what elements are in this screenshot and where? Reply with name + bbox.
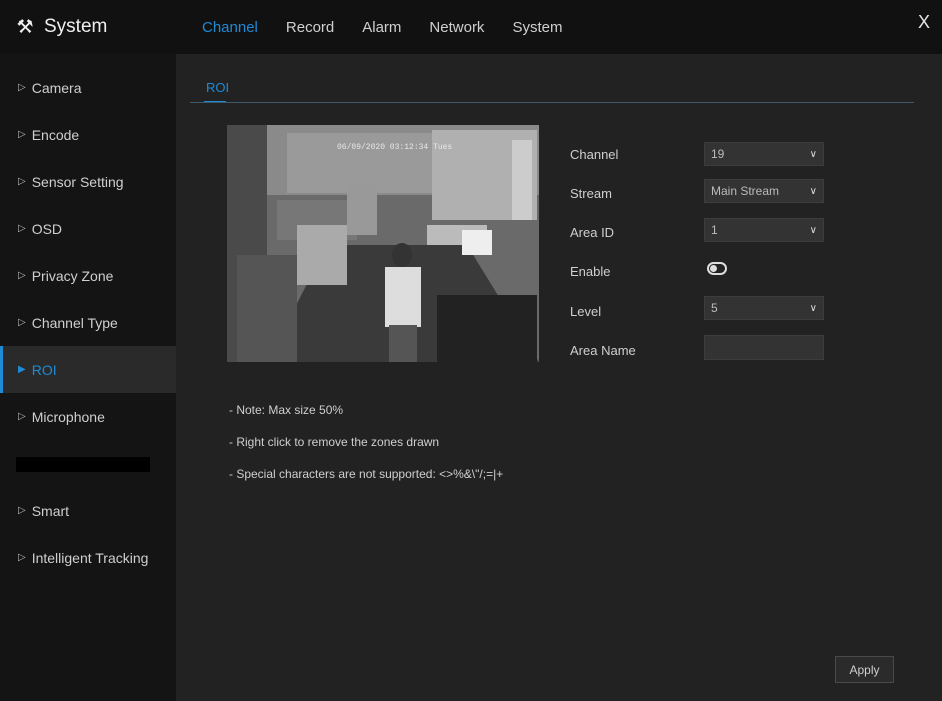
channel-select[interactable]: 19 ∨ bbox=[704, 142, 824, 166]
sidebar-item-label: ROI bbox=[31, 361, 57, 378]
stream-select[interactable]: Main Stream ∨ bbox=[704, 179, 824, 203]
sidebar-item-label: Intelligent Tracking bbox=[31, 549, 149, 566]
tab-network[interactable]: Network bbox=[429, 13, 484, 42]
camera-preview[interactable]: 06/09/2020 03:12:34 Tues bbox=[227, 125, 539, 362]
preview-timestamp: 06/09/2020 03:12:34 Tues bbox=[337, 143, 453, 152]
chevron-down-icon: ∨ bbox=[809, 148, 817, 160]
redacted-sidebar-item bbox=[16, 457, 150, 472]
area-id-label: Area ID bbox=[570, 225, 615, 240]
divider bbox=[190, 102, 914, 103]
stream-select-value: Main Stream bbox=[711, 184, 780, 198]
sidebar-item-microphone[interactable]: ▷ Microphone bbox=[0, 393, 176, 440]
sidebar-item-label: Smart bbox=[31, 502, 70, 519]
enable-label: Enable bbox=[570, 264, 611, 279]
top-bar: ⚒ System Channel Record Alarm Network Sy… bbox=[0, 0, 942, 54]
channel-select-value: 19 bbox=[711, 147, 725, 161]
note-right-click: - Right click to remove the zones drawn bbox=[229, 435, 440, 449]
area-id-select-value: 1 bbox=[711, 223, 718, 237]
triangle-right-icon: ▷ bbox=[18, 270, 26, 281]
tab-channel[interactable]: Channel bbox=[202, 13, 258, 42]
sidebar: ▷ Camera ▷ Encode ▷ Sensor Setting ▷ OSD… bbox=[0, 54, 176, 701]
triangle-right-icon: ▷ bbox=[18, 505, 26, 516]
triangle-right-filled-icon: ▶ bbox=[18, 364, 26, 375]
sidebar-item-label: Encode bbox=[31, 126, 80, 143]
main-tabs: Channel Record Alarm Network System bbox=[188, 0, 576, 54]
office-scene-image bbox=[227, 125, 539, 362]
triangle-right-icon: ▷ bbox=[18, 176, 26, 187]
sidebar-item-label: OSD bbox=[31, 220, 63, 237]
sidebar-item-label: Sensor Setting bbox=[31, 173, 124, 190]
triangle-right-icon: ▷ bbox=[18, 411, 26, 422]
stream-label: Stream bbox=[570, 186, 612, 201]
tab-roi[interactable]: ROI bbox=[206, 80, 229, 95]
sidebar-item-osd[interactable]: ▷ OSD bbox=[0, 205, 176, 252]
app-title: ⚒ System bbox=[14, 13, 107, 41]
sidebar-item-roi[interactable]: ▶ ROI bbox=[0, 346, 176, 393]
sidebar-item-smart[interactable]: ▷ Smart bbox=[0, 487, 176, 534]
triangle-right-icon: ▷ bbox=[18, 129, 26, 140]
area-name-label: Area Name bbox=[570, 343, 636, 358]
sidebar-item-encode[interactable]: ▷ Encode bbox=[0, 111, 176, 158]
level-label: Level bbox=[570, 304, 602, 319]
sidebar-item-label: Microphone bbox=[31, 408, 105, 425]
sidebar-item-label: Privacy Zone bbox=[31, 267, 114, 284]
note-special-characters: - Special characters are not supported: … bbox=[229, 467, 504, 481]
sidebar-item-camera[interactable]: ▷ Camera bbox=[0, 64, 176, 111]
tab-alarm[interactable]: Alarm bbox=[362, 13, 401, 42]
chevron-down-icon: ∨ bbox=[809, 185, 817, 197]
sidebar-item-label: Channel Type bbox=[31, 314, 118, 331]
sidebar-item-privacy-zone[interactable]: ▷ Privacy Zone bbox=[0, 252, 176, 299]
sidebar-item-sensor-setting[interactable]: ▷ Sensor Setting bbox=[0, 158, 176, 205]
sidebar-item-intelligent-tracking[interactable]: ▷ Intelligent Tracking bbox=[0, 534, 176, 581]
apply-button[interactable]: Apply bbox=[835, 656, 894, 683]
level-select-value: 5 bbox=[711, 301, 718, 315]
chevron-down-icon: ∨ bbox=[809, 302, 817, 314]
chevron-down-icon: ∨ bbox=[809, 224, 817, 236]
tab-record[interactable]: Record bbox=[286, 13, 334, 42]
note-max-size: - Note: Max size 50% bbox=[229, 403, 344, 417]
triangle-right-icon: ▷ bbox=[18, 317, 26, 328]
sidebar-item-channel-type[interactable]: ▷ Channel Type bbox=[0, 299, 176, 346]
close-icon[interactable]: X bbox=[918, 12, 930, 33]
system-settings-window: ⚒ System Channel Record Alarm Network Sy… bbox=[0, 0, 942, 701]
channel-label: Channel bbox=[570, 147, 619, 162]
triangle-right-icon: ▷ bbox=[18, 223, 26, 234]
triangle-right-icon: ▷ bbox=[18, 82, 26, 93]
tab-system[interactable]: System bbox=[512, 13, 562, 42]
app-title-label: System bbox=[44, 16, 108, 37]
tools-icon: ⚒ bbox=[16, 16, 34, 38]
sidebar-item-label: Camera bbox=[31, 79, 82, 96]
area-name-field[interactable] bbox=[704, 335, 824, 360]
enable-toggle[interactable] bbox=[707, 262, 727, 275]
area-id-select[interactable]: 1 ∨ bbox=[704, 218, 824, 242]
level-select[interactable]: 5 ∨ bbox=[704, 296, 824, 320]
triangle-right-icon: ▷ bbox=[18, 552, 26, 563]
